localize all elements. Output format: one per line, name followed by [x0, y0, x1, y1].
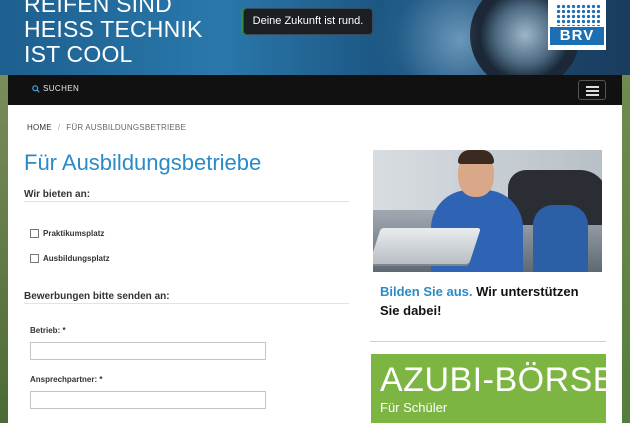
breadcrumb-home[interactable]: HOME [27, 123, 52, 132]
breadcrumb: HOME / FÜR AUSBILDUNGSBETRIEBE [27, 123, 186, 132]
hero-line-1: REIFEN SIND [24, 0, 172, 17]
search-label: SUCHEN [43, 84, 80, 93]
betrieb-field[interactable] [30, 342, 266, 360]
hero-line-3: IST COOL [24, 41, 133, 67]
search-icon [32, 84, 40, 93]
betrieb-label: Betrieb: * [30, 326, 66, 335]
checkbox[interactable] [30, 229, 39, 238]
ansprechpartner-label: Ansprechpartner: * [30, 375, 103, 384]
option-label: Ausbildungsplatz [43, 254, 110, 263]
azubi-subtitle: Für Schüler [380, 400, 448, 415]
mechanic-promo-image[interactable] [373, 150, 602, 272]
brv-logo[interactable]: BRV [548, 0, 606, 50]
offer-heading: Wir bieten an: [24, 189, 91, 200]
promo-highlight: Bilden Sie aus. [380, 284, 473, 299]
divider [24, 303, 349, 304]
checkbox[interactable] [30, 254, 39, 263]
ansprechpartner-field[interactable] [30, 391, 266, 409]
background-mechanic [533, 205, 588, 272]
divider [24, 201, 349, 202]
promo-text[interactable]: Bilden Sie aus. Wir unterstützen Sie dab… [380, 282, 600, 320]
option-ausbildungsplatz[interactable]: Ausbildungsplatz [30, 254, 110, 263]
page: REIFEN SIND HEISS TECHNIK IST COOL Deine… [0, 0, 630, 423]
slogan-badge: Deine Zukunft ist rund. [243, 8, 373, 35]
hero-headline: REIFEN SIND HEISS TECHNIK IST COOL [24, 0, 203, 67]
option-label: Praktikumsplatz [43, 229, 105, 238]
azubi-title: AZUBI-BÖRSE [380, 361, 616, 399]
laptop-shape [373, 228, 481, 264]
navbar: SUCHEN [8, 75, 622, 105]
logo-text: BRV [550, 27, 604, 45]
hero-line-2: HEISS TECHNIK [24, 16, 203, 42]
hamburger-icon-bar [586, 90, 599, 92]
hamburger-icon-bar [586, 94, 599, 96]
breadcrumb-current: FÜR AUSBILDUNGSBETRIEBE [66, 123, 186, 132]
background-edge-left [0, 75, 8, 423]
hero-banner: REIFEN SIND HEISS TECHNIK IST COOL Deine… [0, 0, 630, 75]
page-title: Für Ausbildungsbetriebe [24, 150, 262, 175]
logo-dot-pattern [556, 4, 600, 26]
menu-toggle-button[interactable] [578, 80, 606, 100]
azubi-boerse-banner[interactable]: AZUBI-BÖRSE Für Schüler [371, 354, 615, 423]
search-link[interactable]: SUCHEN [32, 84, 79, 93]
background-edge-right [622, 75, 630, 423]
sidebar-divider [370, 341, 606, 342]
option-praktikumsplatz[interactable]: Praktikumsplatz [30, 229, 104, 238]
mechanic-hair [458, 150, 494, 164]
hamburger-icon-bar [586, 86, 599, 88]
send-heading: Bewerbungen bitte senden an: [24, 291, 170, 302]
breadcrumb-separator: / [57, 123, 61, 132]
